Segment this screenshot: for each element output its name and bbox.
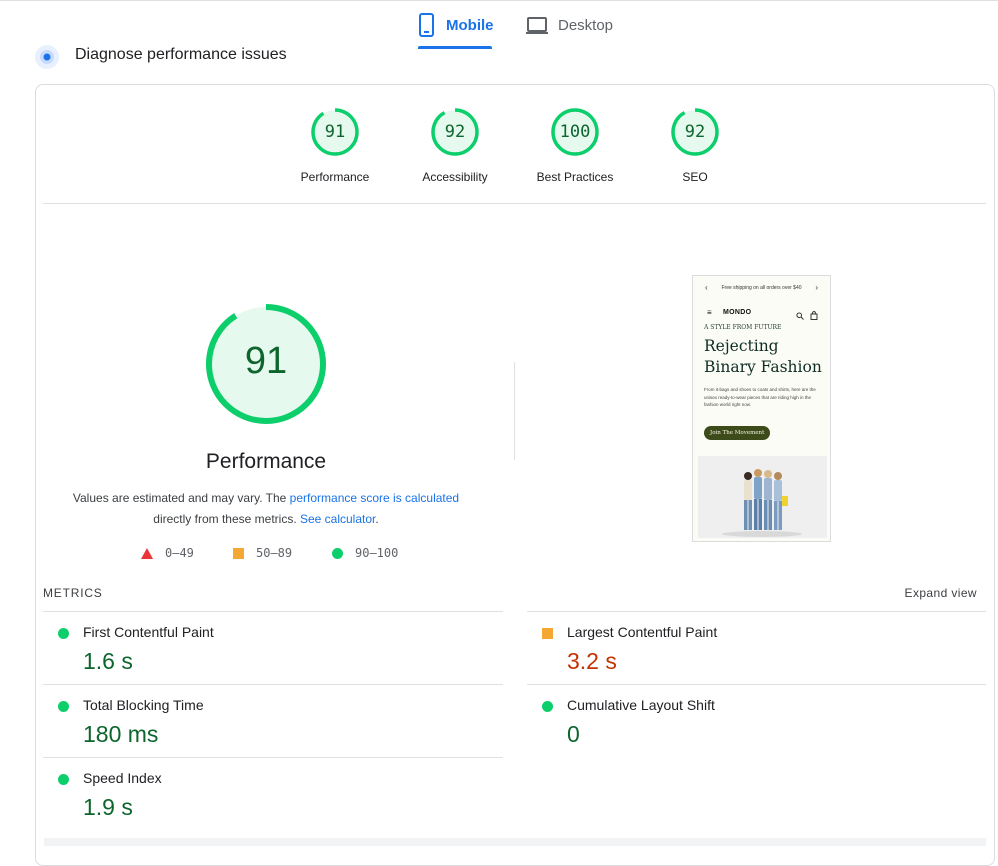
metric-name: Largest Contentful Paint	[567, 624, 718, 640]
category-gauge-seo[interactable]: 92 SEO	[645, 108, 745, 184]
screenshot-cta: Join The Movement	[704, 426, 771, 440]
smartphone-icon	[418, 12, 436, 43]
see-calculator-link[interactable]: See calculator	[300, 512, 375, 526]
legend-fail: 0–49	[141, 546, 194, 560]
bag-icon	[810, 307, 818, 325]
tab-mobile[interactable]: Mobile	[418, 12, 494, 50]
gauge-label: SEO	[682, 170, 708, 184]
performance-title: Performance	[205, 450, 327, 473]
gauge-score: 92	[444, 122, 466, 142]
metric-value: 180 ms	[83, 721, 159, 747]
gauge-label: Best Practices	[536, 170, 614, 184]
category-gauge-best-practices[interactable]: 100 Best Practices	[525, 108, 625, 184]
tab-mobile-label: Mobile	[446, 17, 494, 34]
diagnose-icon	[34, 44, 60, 70]
screenshot-banner: Free shipping on all orders over $40	[721, 285, 802, 291]
legend-pass: 90–100	[332, 546, 398, 560]
metric-value: 1.9 s	[83, 794, 133, 820]
gauge-label: Accessibility	[422, 170, 488, 184]
gauge-score: 92	[684, 122, 706, 142]
metric-speed-index: Speed Index 1.9 s	[43, 757, 503, 831]
category-gauge-accessibility[interactable]: 92 Accessibility	[405, 108, 505, 184]
description-text: Values are estimated and may vary. The	[72, 491, 290, 505]
metric-value: 1.6 s	[83, 648, 133, 674]
gauge-ring: 100	[551, 108, 599, 156]
screenshot-headline: Rejecting Binary Fashion	[704, 337, 822, 376]
circle-icon	[332, 547, 343, 559]
gauges-divider	[43, 203, 986, 204]
metric-value: 3.2 s	[567, 648, 617, 674]
description-text: directly from these metrics.	[153, 512, 300, 526]
gauge-label: Performance	[300, 170, 370, 184]
triangle-icon	[141, 547, 153, 559]
metric-name: Cumulative Layout Shift	[567, 697, 715, 713]
gauge-ring: 92	[671, 108, 719, 156]
page-screenshot: ‹ Free shipping on all orders over $40 ›…	[692, 275, 831, 542]
score-calculated-link[interactable]: performance score is calculated	[290, 491, 459, 505]
metric-value: 0	[567, 721, 580, 747]
average-indicator-icon	[542, 628, 553, 639]
pass-indicator-icon	[58, 628, 69, 639]
performance-score: 91	[244, 340, 288, 382]
pass-indicator-icon	[542, 701, 553, 712]
description-text: .	[375, 512, 379, 526]
gauge-ring: 91	[311, 108, 359, 156]
chevron-right-icon: ›	[815, 283, 818, 292]
menu-icon: ≡	[707, 308, 712, 317]
tab-desktop-label: Desktop	[558, 17, 614, 34]
screenshot-brand: MONDO	[723, 309, 752, 316]
category-gauge-performance[interactable]: 91 Performance	[285, 108, 385, 184]
square-icon	[233, 547, 244, 559]
screenshot-body: From it-bags and shoes to coats and shir…	[704, 387, 816, 407]
metric-cumulative-layout-shift: Cumulative Layout Shift 0	[527, 684, 986, 758]
metric-first-contentful-paint: First Contentful Paint 1.6 s	[43, 611, 503, 685]
pass-indicator-icon	[58, 701, 69, 712]
vertical-divider	[514, 362, 515, 460]
pass-indicator-icon	[58, 774, 69, 785]
metric-name: First Contentful Paint	[83, 624, 214, 640]
search-icon	[796, 307, 804, 325]
metric-total-blocking-time: Total Blocking Time 180 ms	[43, 684, 503, 758]
tab-active-indicator	[418, 46, 492, 49]
metrics-header: METRICS	[43, 586, 103, 600]
expand-view-button[interactable]: Expand view	[905, 586, 977, 600]
diagnose-title: Diagnose performance issues	[75, 46, 287, 63]
legend-range: 50–89	[256, 546, 293, 560]
gauge-score: 100	[559, 122, 591, 142]
top-divider	[0, 0, 998, 1]
performance-description: Values are estimated and may vary. The p…	[60, 488, 472, 530]
metric-name: Speed Index	[83, 770, 162, 786]
legend-range: 90–100	[355, 546, 399, 560]
metric-largest-contentful-paint: Largest Contentful Paint 3.2 s	[527, 611, 986, 685]
tab-desktop[interactable]: Desktop	[526, 12, 613, 50]
legend-average: 50–89	[233, 546, 292, 560]
screenshot-kicker: A STYLE FROM FUTURE	[704, 324, 782, 331]
metric-name: Total Blocking Time	[83, 697, 204, 713]
gauge-ring: 92	[431, 108, 479, 156]
fashion-photo	[698, 456, 827, 538]
laptop-icon	[526, 12, 548, 43]
legend-range: 0–49	[165, 546, 194, 560]
gauge-score: 91	[324, 122, 346, 142]
